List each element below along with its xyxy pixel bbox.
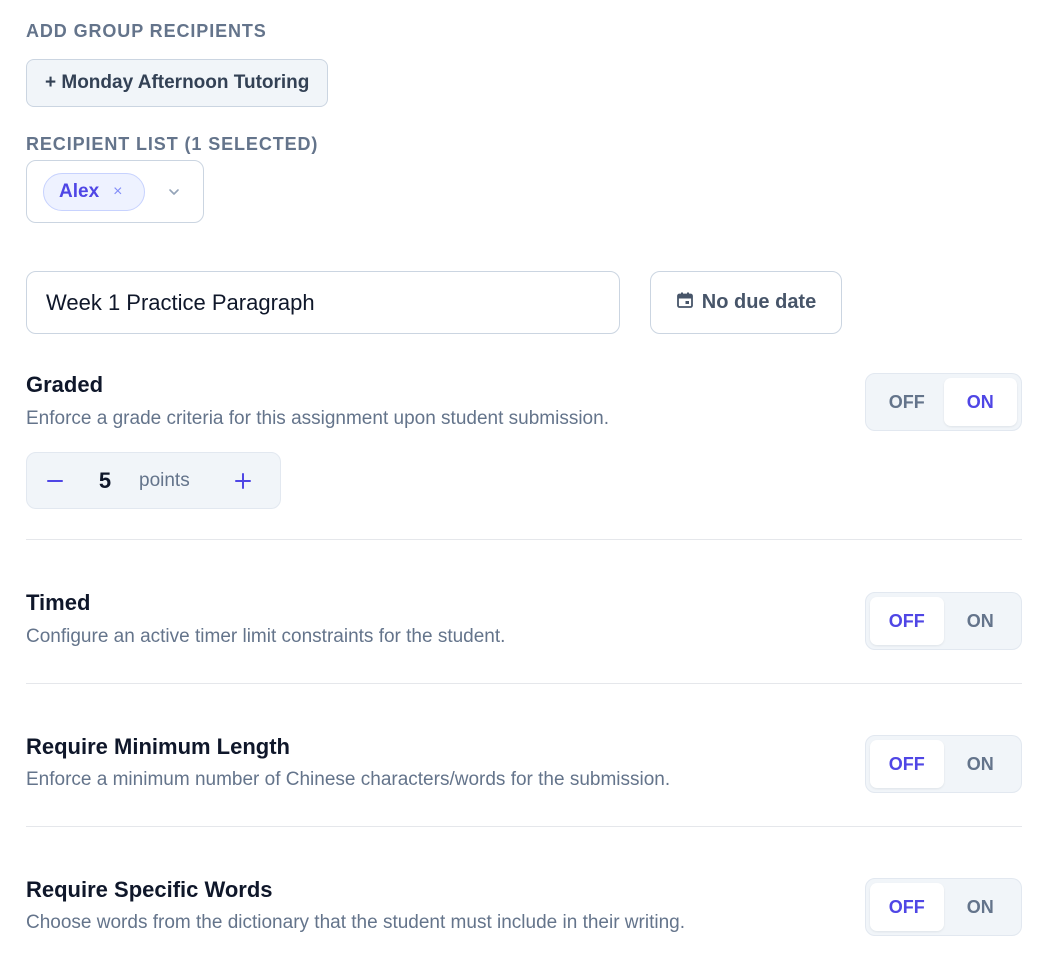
min-length-off-option[interactable]: OFF bbox=[870, 740, 944, 788]
recipient-chip-name: Alex bbox=[59, 180, 100, 202]
points-value[interactable]: 5 bbox=[87, 468, 123, 494]
timed-on-option[interactable]: ON bbox=[944, 597, 1018, 645]
min-length-on-option[interactable]: ON bbox=[944, 740, 1018, 788]
minus-icon[interactable] bbox=[27, 453, 83, 508]
chevron-down-icon[interactable] bbox=[167, 185, 181, 199]
timed-description: Configure an active timer limit constrai… bbox=[26, 626, 506, 647]
timed-toggle: OFF ON bbox=[865, 592, 1022, 650]
specific-words-toggle: OFF ON bbox=[865, 878, 1022, 936]
add-group-recipients-label: ADD GROUP RECIPIENTS bbox=[26, 21, 267, 41]
graded-description: Enforce a grade criteria for this assign… bbox=[26, 408, 609, 429]
timed-title: Timed bbox=[26, 590, 91, 615]
min-length-title: Require Minimum Length bbox=[26, 734, 290, 759]
points-stepper: 5 points bbox=[26, 452, 281, 509]
graded-off-option[interactable]: OFF bbox=[870, 378, 944, 426]
recipient-list-label: RECIPIENT LIST (1 SELECTED) bbox=[26, 134, 319, 154]
chip-remove-icon[interactable]: × bbox=[113, 183, 122, 201]
divider bbox=[26, 683, 1022, 684]
due-date-button[interactable]: No due date bbox=[650, 271, 842, 334]
specific-words-on-option[interactable]: ON bbox=[944, 883, 1018, 931]
specific-words-title: Require Specific Words bbox=[26, 877, 273, 902]
timed-off-option[interactable]: OFF bbox=[870, 597, 944, 645]
assignment-title-input[interactable] bbox=[26, 271, 620, 334]
divider bbox=[26, 539, 1022, 540]
add-group-button[interactable]: + Monday Afternoon Tutoring bbox=[26, 59, 329, 107]
calendar-icon bbox=[676, 291, 694, 315]
graded-title: Graded bbox=[26, 372, 104, 397]
divider bbox=[26, 826, 1022, 827]
min-length-description: Enforce a minimum number of Chinese char… bbox=[26, 769, 671, 790]
specific-words-off-option[interactable]: OFF bbox=[870, 883, 944, 931]
min-length-toggle: OFF ON bbox=[865, 735, 1022, 793]
points-unit: points bbox=[139, 469, 190, 491]
plus-icon[interactable] bbox=[215, 453, 271, 508]
assignment-settings-panel: ADD GROUP RECIPIENTS + Monday Afternoon … bbox=[0, 0, 1044, 972]
recipient-select[interactable]: Alex × bbox=[26, 160, 204, 223]
graded-on-option[interactable]: ON bbox=[943, 378, 1017, 426]
specific-words-description: Choose words from the dictionary that th… bbox=[26, 912, 685, 933]
graded-toggle: OFF ON bbox=[865, 373, 1022, 431]
recipient-chip: Alex × bbox=[43, 172, 145, 211]
due-date-label: No due date bbox=[701, 291, 817, 313]
